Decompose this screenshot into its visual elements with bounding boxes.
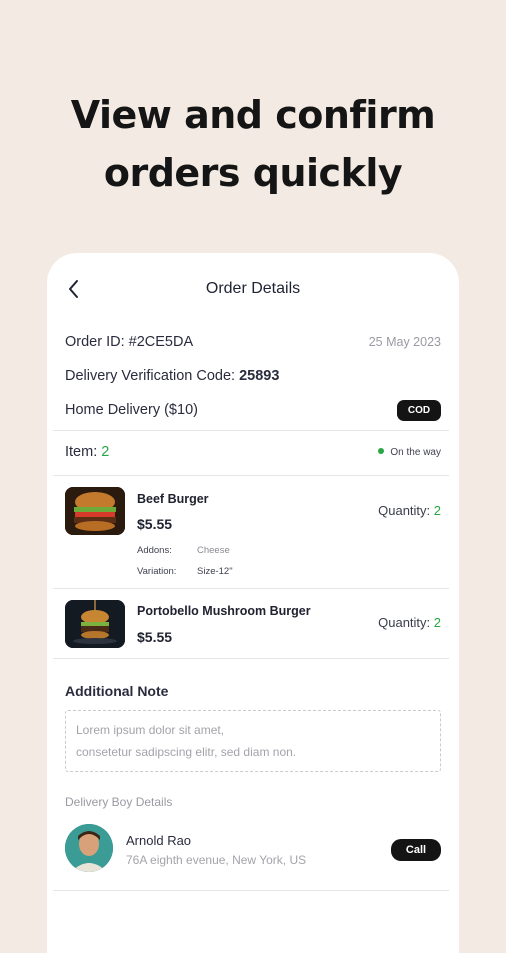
item-price: $5.55 xyxy=(137,516,173,532)
headline-line-2: orders quickly xyxy=(103,151,403,195)
mushroom-burger-image xyxy=(65,600,125,648)
divider xyxy=(53,475,449,476)
divider xyxy=(53,430,449,431)
verification-code: 25893 xyxy=(239,368,280,384)
status-text: On the way xyxy=(390,447,441,458)
note-line-2: consetetur sadipscing elitr, sed diam no… xyxy=(76,745,297,759)
addons-value: Cheese xyxy=(197,545,230,556)
addons-label: Addons: xyxy=(137,545,172,556)
status-dot-icon xyxy=(378,448,385,455)
note-line-1: Lorem ipsum dolor sit amet, xyxy=(76,723,225,737)
status-badge: On the way xyxy=(378,447,441,458)
beef-burger-image xyxy=(65,487,125,535)
app-bar: Order Details xyxy=(47,253,459,323)
order-id: Order ID: #2CE5DA xyxy=(65,334,194,350)
item-quantity: Quantity: 2 xyxy=(378,615,441,630)
headline: View and confirm orders quickly xyxy=(0,86,506,202)
divider xyxy=(53,890,449,891)
item-name: Beef Burger xyxy=(137,492,209,506)
headline-line-1: View and confirm xyxy=(70,93,436,137)
quantity-value: 2 xyxy=(433,503,441,518)
delivery-boy-address: 76A eighth evenue, New York, US xyxy=(126,853,307,867)
order-id-row: Order ID: #2CE5DA 25 May 2023 xyxy=(65,334,441,350)
item-label: Item: xyxy=(65,444,102,460)
verification-row: Delivery Verification Code: 25893 xyxy=(65,368,441,384)
delivery-type-row: Home Delivery ($10) xyxy=(65,402,441,418)
item-price: $5.55 xyxy=(137,629,173,645)
variation-label: Variation: xyxy=(137,566,177,577)
variation-value: Size-12" xyxy=(197,566,233,577)
item-count-row: Item: 2 On the way xyxy=(65,444,441,460)
verification-label: Delivery Verification Code: xyxy=(65,368,240,384)
delivery-boy-section-label: Delivery Boy Details xyxy=(65,795,173,809)
additional-note-title: Additional Note xyxy=(65,683,169,699)
divider xyxy=(53,588,449,589)
order-date: 25 May 2023 xyxy=(368,335,441,349)
call-button[interactable]: Call xyxy=(391,839,441,861)
quantity-label: Quantity: xyxy=(378,615,434,630)
quantity-label: Quantity: xyxy=(378,503,434,518)
divider xyxy=(53,658,449,659)
item-quantity: Quantity: 2 xyxy=(378,503,441,518)
page-title: Order Details xyxy=(205,280,301,297)
payment-badge: COD xyxy=(397,400,441,421)
item-count: 2 xyxy=(101,444,110,460)
item-name: Portobello Mushroom Burger xyxy=(137,604,311,618)
additional-note-field[interactable]: Lorem ipsum dolor sit amet, consetetur s… xyxy=(65,710,441,772)
order-details-screen: Order Details Order ID: #2CE5DA 25 May 2… xyxy=(47,253,459,953)
delivery-boy-name: Arnold Rao xyxy=(126,833,192,848)
avatar xyxy=(65,824,113,872)
delivery-type: Home Delivery ($10) xyxy=(65,402,198,418)
quantity-value: 2 xyxy=(433,615,441,630)
